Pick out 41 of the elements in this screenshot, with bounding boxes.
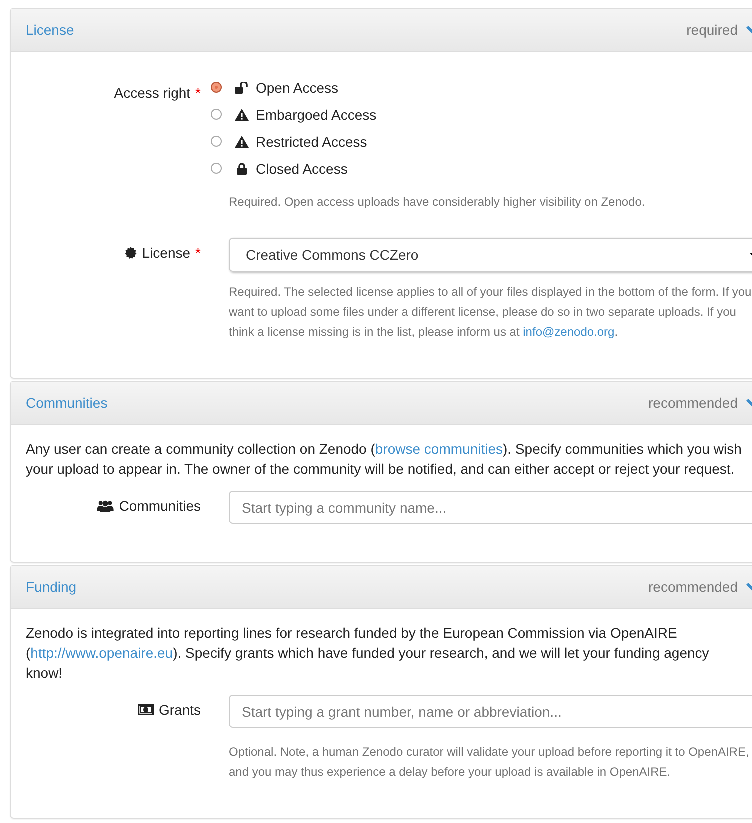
users-icon [97, 500, 114, 512]
radio-button[interactable] [211, 82, 222, 93]
unlocked-padlock-icon [235, 82, 249, 94]
panel-description: Zenodo is integrated into reporting lines for research funded by the European Commission via OpenAIRE (http://www.openaire.eu). Specify grants which have funded your research, and we will let your funding agency know! [26, 624, 710, 683]
panel-description: Any user can create a community collection on Zenodo (browse communities). Specify communities which you wish your upload to appear in. The owner of the community will be notified, and can either accept or reject your request. [26, 440, 743, 479]
panel-title: Communities [26, 395, 109, 411]
warning-icon [235, 136, 249, 148]
input-field[interactable]: Start typing a grant number, name or abbreviation... [229, 695, 752, 728]
panel-title: License [26, 22, 76, 38]
panel-requirement: recommended [648, 395, 738, 411]
help-text: Required. The selected license applies to all of your files displayed in the bottom of the form. If you want to upload some files under a different license, please do so in two separate uploads. If you think a license missing is in the list, please inform us at info@zenodo.org. [229, 284, 752, 341]
help-text: Optional. Note, a human Zenodo curator will validate your upload before reporting it to OpenAIRE, and you may thus experience a delay before your upload is available in OpenAIRE. [229, 744, 750, 781]
radio-button[interactable] [211, 163, 222, 174]
panel-requirement: recommended [648, 579, 738, 595]
link[interactable]: info@zenodo.org [523, 325, 615, 339]
radio-button[interactable] [211, 109, 222, 120]
banknote-icon [138, 704, 154, 716]
panel-header[interactable]: Funding recommended [11, 566, 752, 609]
radio-label: Open Access [256, 80, 338, 96]
required-asterisk: * [196, 85, 201, 101]
help-text: Required. Open access uploads have considerably higher visibility on Zenodo. [229, 194, 646, 211]
link[interactable]: browse communities [375, 441, 504, 457]
warning-icon [235, 108, 249, 120]
required-asterisk: * [196, 245, 201, 261]
input-field[interactable]: Start typing a community name... [229, 491, 752, 524]
link[interactable]: http://www.openaire.eu [30, 645, 174, 661]
radio-label: Restricted Access [256, 134, 368, 150]
radio-button[interactable] [211, 136, 222, 147]
field-label: Access right [114, 85, 191, 101]
license-select[interactable]: Creative Commons CCZero [229, 238, 752, 272]
field-label: License [142, 245, 191, 261]
radio-label: Closed Access [256, 160, 348, 176]
panel-header[interactable]: License required [11, 9, 752, 52]
radio-label: Embargoed Access [256, 106, 377, 122]
certificate-icon [125, 247, 138, 259]
panel-header[interactable]: Communities recommended [11, 382, 752, 425]
field-label: Communities [119, 498, 201, 514]
panel-title: Funding [26, 579, 78, 595]
field-label: Grants [158, 702, 201, 718]
padlock-icon [237, 162, 247, 174]
panel-requirement: required [686, 22, 738, 38]
